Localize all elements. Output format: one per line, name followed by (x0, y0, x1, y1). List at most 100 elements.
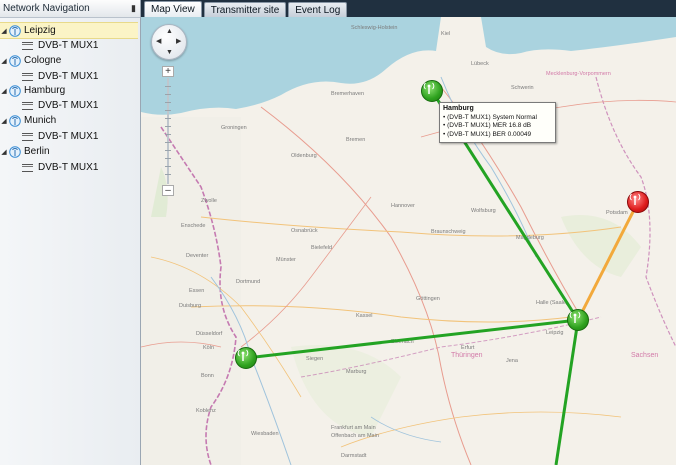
svg-text:Koblenz: Koblenz (196, 408, 216, 414)
svg-text:Düsseldorf: Düsseldorf (196, 331, 223, 337)
marker-cologne[interactable] (235, 347, 257, 369)
svg-text:Thüringen: Thüringen (451, 352, 483, 359)
multiplex-icon (22, 41, 33, 50)
svg-text:Dortmund: Dortmund (236, 279, 260, 285)
svg-text:Enschede: Enschede (181, 223, 205, 229)
svg-text:Göttingen: Göttingen (416, 296, 440, 302)
collapse-triangle-icon[interactable]: ◢ (0, 57, 8, 65)
svg-text:Leipzig: Leipzig (546, 330, 563, 336)
pan-left-icon[interactable]: ◀ (156, 38, 161, 45)
tree-site-hamburg[interactable]: ◢ Hamburg (0, 83, 138, 98)
antenna-icon (569, 311, 581, 323)
transmitter-icon (9, 114, 21, 127)
pan-control[interactable]: ▲ ▼ ◀ ▶ (151, 24, 187, 60)
svg-text:Darmstadt: Darmstadt (341, 453, 367, 459)
collapse-triangle-icon[interactable]: ◢ (0, 27, 8, 35)
tree-site-leipzig[interactable]: ◢ Leipzig (0, 22, 138, 39)
svg-text:Offenbach am Main: Offenbach am Main (331, 433, 379, 439)
mux-label: DVB-T MUX1 (38, 131, 99, 142)
tree-site-berlin[interactable]: ◢ Berlin (0, 144, 138, 159)
zoom-slider[interactable]: + – (162, 66, 174, 196)
mux-label: DVB-T MUX1 (38, 40, 99, 51)
svg-text:Hannover: Hannover (391, 203, 415, 209)
panel-header: Network Navigation ▮ (0, 0, 140, 18)
map-base[interactable]: Schleswig-Holstein Kiel Lübeck Schwerin … (141, 17, 676, 465)
collapse-triangle-icon[interactable]: ◢ (0, 87, 8, 95)
transmitter-icon (9, 145, 21, 158)
transmitter-icon (9, 24, 21, 37)
marker-hamburg[interactable] (421, 80, 443, 102)
transmitter-icon (9, 84, 21, 97)
tree-mux-cologne[interactable]: DVB-T MUX1 (0, 69, 138, 84)
marker-leipzig[interactable] (567, 309, 589, 331)
collapse-triangle-icon[interactable]: ◢ (0, 148, 8, 156)
tooltip-title: Hamburg (443, 105, 474, 112)
mux-label: DVB-T MUX1 (38, 71, 99, 82)
svg-text:Bonn: Bonn (201, 373, 214, 379)
tree-mux-leipzig[interactable]: DVB-T MUX1 (0, 38, 138, 53)
svg-text:Wiesbaden: Wiesbaden (251, 431, 279, 437)
svg-text:Siegen: Siegen (306, 356, 323, 362)
network-navigation-panel: Network Navigation ▮ ◢ Leipzig DVB-T MUX… (0, 0, 141, 465)
svg-text:Magdeburg: Magdeburg (516, 235, 544, 241)
site-label: Munich (24, 115, 57, 126)
svg-text:Schleswig-Holstein: Schleswig-Holstein (351, 25, 397, 31)
pan-right-icon[interactable]: ▶ (176, 38, 181, 45)
svg-text:Bielefeld: Bielefeld (311, 245, 332, 251)
antenna-icon (423, 82, 435, 94)
map-view[interactable]: Schleswig-Holstein Kiel Lübeck Schwerin … (141, 17, 676, 465)
tree-mux-hamburg[interactable]: DVB-T MUX1 (0, 98, 138, 113)
svg-text:Groningen: Groningen (221, 125, 247, 131)
tab-transmitter-site[interactable]: Transmitter site (203, 2, 287, 17)
svg-text:Braunschweig: Braunschweig (431, 229, 466, 235)
site-label: Leipzig (24, 25, 56, 36)
svg-text:Halle (Saale): Halle (Saale) (536, 300, 568, 306)
svg-text:Duisburg: Duisburg (179, 303, 201, 309)
svg-text:Sachsen: Sachsen (631, 352, 658, 359)
multiplex-icon (22, 163, 33, 172)
site-tooltip: Hamburg • (DVB-T MUX1) System Normal • (… (439, 102, 556, 143)
svg-text:Potsdam: Potsdam (606, 210, 628, 216)
pin-icon[interactable]: ▮ (131, 3, 136, 14)
svg-text:Osnabrück: Osnabrück (291, 228, 318, 234)
tree-mux-berlin[interactable]: DVB-T MUX1 (0, 160, 138, 175)
svg-text:Erfurt: Erfurt (461, 345, 475, 351)
svg-text:Wolfsburg: Wolfsburg (471, 208, 496, 214)
tooltip-line: • (DVB-T MUX1) System Normal (443, 113, 537, 121)
collapse-triangle-icon[interactable]: ◢ (0, 117, 8, 125)
tree-site-cologne[interactable]: ◢ Cologne (0, 53, 138, 68)
tooltip-line: • (DVB-T MUX1) MER 16.8 dB (443, 122, 532, 129)
multiplex-icon (22, 132, 33, 141)
tooltip-line: • (DVB-T MUX1) BER 0.00049 (443, 130, 532, 138)
antenna-icon (237, 349, 249, 361)
view-tabs: Map View Transmitter site Event Log (141, 0, 676, 17)
svg-text:Essen: Essen (189, 288, 204, 294)
zoom-in-button[interactable]: + (162, 66, 174, 77)
site-label: Cologne (24, 55, 62, 66)
link-leipzig-munich (554, 319, 580, 465)
tree-mux-munich[interactable]: DVB-T MUX1 (0, 129, 138, 144)
site-label: Hamburg (24, 85, 66, 96)
svg-text:Bremen: Bremen (346, 137, 365, 143)
mux-label: DVB-T MUX1 (38, 162, 99, 173)
marker-berlin[interactable] (627, 191, 649, 213)
svg-text:Oldenburg: Oldenburg (291, 153, 317, 159)
tree-site-munich[interactable]: ◢ Munich (0, 113, 138, 128)
svg-text:Münster: Münster (276, 257, 296, 263)
svg-text:Frankfurt am Main: Frankfurt am Main (331, 425, 376, 431)
svg-text:Schwerin: Schwerin (511, 85, 534, 91)
svg-text:Lübeck: Lübeck (471, 61, 489, 67)
svg-text:Jena: Jena (506, 358, 519, 364)
tab-event-log[interactable]: Event Log (288, 2, 348, 17)
svg-text:Zwolle: Zwolle (201, 198, 217, 204)
svg-text:Deventer: Deventer (186, 253, 208, 259)
tab-map-view[interactable]: Map View (144, 1, 202, 17)
link-cologne-leipzig (245, 318, 579, 360)
pan-down-icon[interactable]: ▼ (166, 49, 173, 56)
zoom-out-button[interactable]: – (162, 185, 174, 196)
panel-title: Network Navigation (3, 3, 90, 14)
pan-up-icon[interactable]: ▲ (166, 28, 173, 35)
multiplex-icon (22, 101, 33, 110)
transmitter-icon (9, 54, 21, 67)
svg-text:Bremerhaven: Bremerhaven (331, 91, 364, 97)
